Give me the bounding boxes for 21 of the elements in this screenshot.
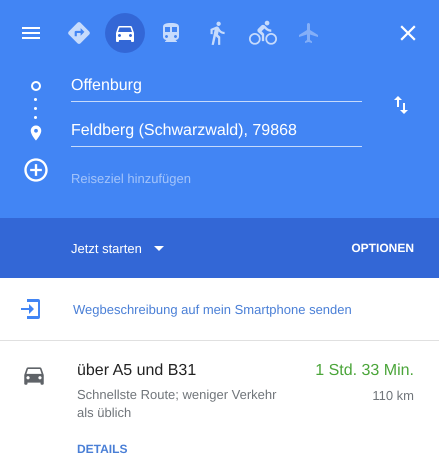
route-dot — [34, 98, 37, 101]
send-to-phone-link[interactable]: Wegbeschreibung auf mein Smartphone senden — [73, 302, 352, 316]
departure-dropdown[interactable]: Jetzt starten — [71, 240, 164, 256]
route-description: Schnellste Route; weniger Verkehr als üblich — [77, 386, 278, 422]
origin-circle-icon — [30, 80, 42, 92]
route-distance: 110 km — [372, 388, 414, 403]
airplane-icon — [297, 21, 321, 45]
route-dot — [34, 107, 37, 110]
options-button[interactable]: OPTIONEN — [351, 241, 414, 255]
origin-field[interactable]: Offenburg — [71, 71, 362, 102]
destination-field[interactable]: Feldberg (Schwarzwald), 79868 — [71, 116, 362, 147]
caret-icon — [154, 246, 164, 250]
bicycle-icon — [249, 19, 277, 47]
add-destination-field[interactable]: Reiseziel hinzufügen — [71, 163, 362, 193]
directions-icon — [66, 20, 92, 46]
route-dot — [34, 116, 37, 119]
details-link[interactable]: DETAILS — [77, 442, 316, 456]
route-title: über A5 und B31 — [77, 362, 198, 380]
phone-send-icon — [20, 297, 42, 321]
route-duration: 1 Std. 33 Min. — [315, 362, 414, 380]
travel-mode-tab[interactable] — [105, 13, 145, 53]
